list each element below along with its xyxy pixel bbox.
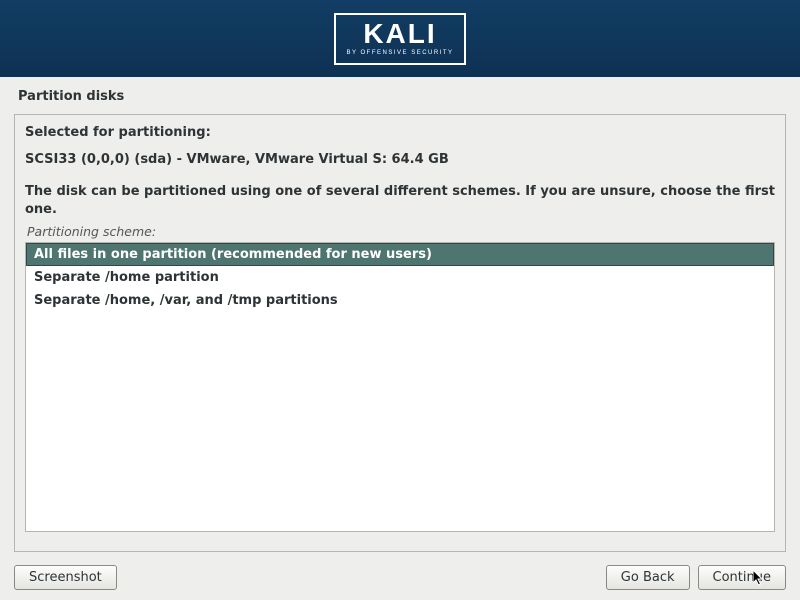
selected-heading: Selected for partitioning: bbox=[25, 125, 775, 140]
installer-header: KALI BY OFFENSIVE SECURITY bbox=[0, 0, 800, 77]
page-title: Partition disks bbox=[0, 77, 800, 114]
continue-button[interactable]: Continue bbox=[698, 565, 786, 590]
scheme-description: The disk can be partitioned using one of… bbox=[25, 183, 775, 218]
kali-logo: KALI BY OFFENSIVE SECURITY bbox=[334, 13, 465, 65]
scheme-option-all-one[interactable]: All files in one partition (recommended … bbox=[26, 243, 774, 266]
logo-sub-text: BY OFFENSIVE SECURITY bbox=[346, 50, 453, 56]
button-bar: Screenshot Go Back Continue bbox=[0, 555, 800, 600]
screenshot-button[interactable]: Screenshot bbox=[14, 565, 117, 590]
selected-disk: SCSI33 (0,0,0) (sda) - VMware, VMware Vi… bbox=[25, 152, 775, 167]
logo-main-text: KALI bbox=[346, 20, 453, 48]
scheme-option-home[interactable]: Separate /home partition bbox=[26, 266, 774, 289]
scheme-field-label: Partitioning scheme: bbox=[27, 224, 775, 239]
go-back-button[interactable]: Go Back bbox=[606, 565, 690, 590]
partition-panel: Selected for partitioning: SCSI33 (0,0,0… bbox=[14, 114, 786, 552]
partitioning-scheme-list[interactable]: All files in one partition (recommended … bbox=[25, 242, 775, 532]
scheme-option-home-var-tmp[interactable]: Separate /home, /var, and /tmp partition… bbox=[26, 289, 774, 312]
